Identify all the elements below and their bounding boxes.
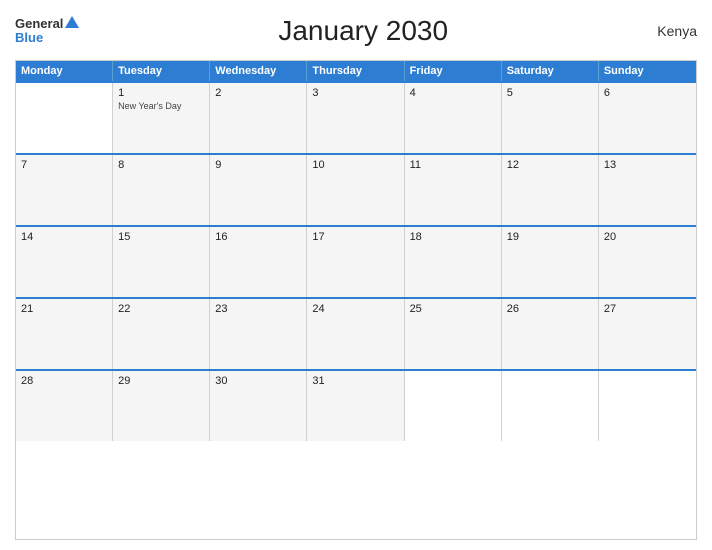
day-number: 3 — [312, 87, 398, 99]
day-cell-1-5: 12 — [502, 155, 599, 225]
week-row-3: 14 15 16 17 18 19 20 — [16, 225, 696, 297]
day-cell-0-5: 5 — [502, 83, 599, 153]
header-tuesday: Tuesday — [113, 61, 210, 81]
day-cell-0-6: 6 — [599, 83, 696, 153]
day-cell-4-4 — [405, 371, 502, 441]
day-number: 8 — [118, 159, 204, 171]
day-number: 22 — [118, 303, 204, 315]
day-number: 20 — [604, 231, 691, 243]
day-number: 19 — [507, 231, 593, 243]
logo-blue-text: Blue — [15, 31, 43, 45]
header-saturday: Saturday — [502, 61, 599, 81]
day-number: 31 — [312, 375, 398, 387]
header-sunday: Sunday — [599, 61, 696, 81]
day-cell-3-5: 26 — [502, 299, 599, 369]
day-number: 13 — [604, 159, 691, 171]
header-wednesday: Wednesday — [210, 61, 307, 81]
logo: General Blue — [15, 17, 79, 46]
calendar-body: 1New Year's Day2345678910111213141516171… — [16, 81, 696, 441]
day-cell-1-0: 7 — [16, 155, 113, 225]
day-number: 5 — [507, 87, 593, 99]
day-number: 1 — [118, 87, 204, 99]
day-cell-4-2: 30 — [210, 371, 307, 441]
day-number: 15 — [118, 231, 204, 243]
event-label: New Year's Day — [118, 101, 204, 111]
day-number: 21 — [21, 303, 107, 315]
calendar-title: January 2030 — [79, 15, 647, 47]
day-cell-0-2: 2 — [210, 83, 307, 153]
day-cell-0-3: 3 — [307, 83, 404, 153]
day-cell-4-1: 29 — [113, 371, 210, 441]
day-number: 10 — [312, 159, 398, 171]
logo-triangle-icon — [65, 16, 79, 28]
day-number: 26 — [507, 303, 593, 315]
day-number: 25 — [410, 303, 496, 315]
day-cell-3-0: 21 — [16, 299, 113, 369]
day-number: 27 — [604, 303, 691, 315]
day-cell-2-2: 16 — [210, 227, 307, 297]
day-cell-3-2: 23 — [210, 299, 307, 369]
logo-general-text: General — [15, 17, 63, 31]
country-label: Kenya — [647, 23, 697, 39]
day-number: 6 — [604, 87, 691, 99]
day-number: 14 — [21, 231, 107, 243]
day-number: 29 — [118, 375, 204, 387]
day-number: 24 — [312, 303, 398, 315]
day-cell-1-6: 13 — [599, 155, 696, 225]
day-number: 4 — [410, 87, 496, 99]
day-cell-2-6: 20 — [599, 227, 696, 297]
day-number: 23 — [215, 303, 301, 315]
day-number: 12 — [507, 159, 593, 171]
day-cell-1-1: 8 — [113, 155, 210, 225]
day-cell-3-6: 27 — [599, 299, 696, 369]
day-number: 16 — [215, 231, 301, 243]
day-cell-1-2: 9 — [210, 155, 307, 225]
day-cell-0-4: 4 — [405, 83, 502, 153]
day-number: 28 — [21, 375, 107, 387]
header-thursday: Thursday — [307, 61, 404, 81]
header-friday: Friday — [405, 61, 502, 81]
week-row-5: 28 29 30 31 — [16, 369, 696, 441]
day-number: 7 — [21, 159, 107, 171]
day-number: 9 — [215, 159, 301, 171]
day-number: 17 — [312, 231, 398, 243]
day-cell-4-3: 31 — [307, 371, 404, 441]
day-number: 2 — [215, 87, 301, 99]
week-row-4: 21 22 23 24 25 26 27 — [16, 297, 696, 369]
day-cell-2-3: 17 — [307, 227, 404, 297]
day-cell-2-4: 18 — [405, 227, 502, 297]
day-headers-row: Monday Tuesday Wednesday Thursday Friday… — [16, 61, 696, 81]
calendar-header: General Blue January 2030 Kenya — [15, 10, 697, 52]
day-cell-2-5: 19 — [502, 227, 599, 297]
week-row-2: 789 10 11 12 13 — [16, 153, 696, 225]
calendar-page: General Blue January 2030 Kenya Monday T… — [0, 0, 712, 550]
day-cell-3-4: 25 — [405, 299, 502, 369]
day-cell-1-3: 10 — [307, 155, 404, 225]
day-cell-2-1: 15 — [113, 227, 210, 297]
day-cell-4-6 — [599, 371, 696, 441]
day-cell-2-0: 14 — [16, 227, 113, 297]
day-number: 11 — [410, 159, 496, 171]
day-cell-4-0: 28 — [16, 371, 113, 441]
day-cell-0-1: 1 New Year's Day — [113, 83, 210, 153]
day-number: 30 — [215, 375, 301, 387]
week-row-1: 1 New Year's Day 23456 — [16, 81, 696, 153]
header-monday: Monday — [16, 61, 113, 81]
day-cell-0-0 — [16, 83, 113, 153]
day-number: 18 — [410, 231, 496, 243]
day-cell-1-4: 11 — [405, 155, 502, 225]
calendar-grid: Monday Tuesday Wednesday Thursday Friday… — [15, 60, 697, 540]
day-cell-3-3: 24 — [307, 299, 404, 369]
day-cell-3-1: 22 — [113, 299, 210, 369]
day-cell-4-5 — [502, 371, 599, 441]
